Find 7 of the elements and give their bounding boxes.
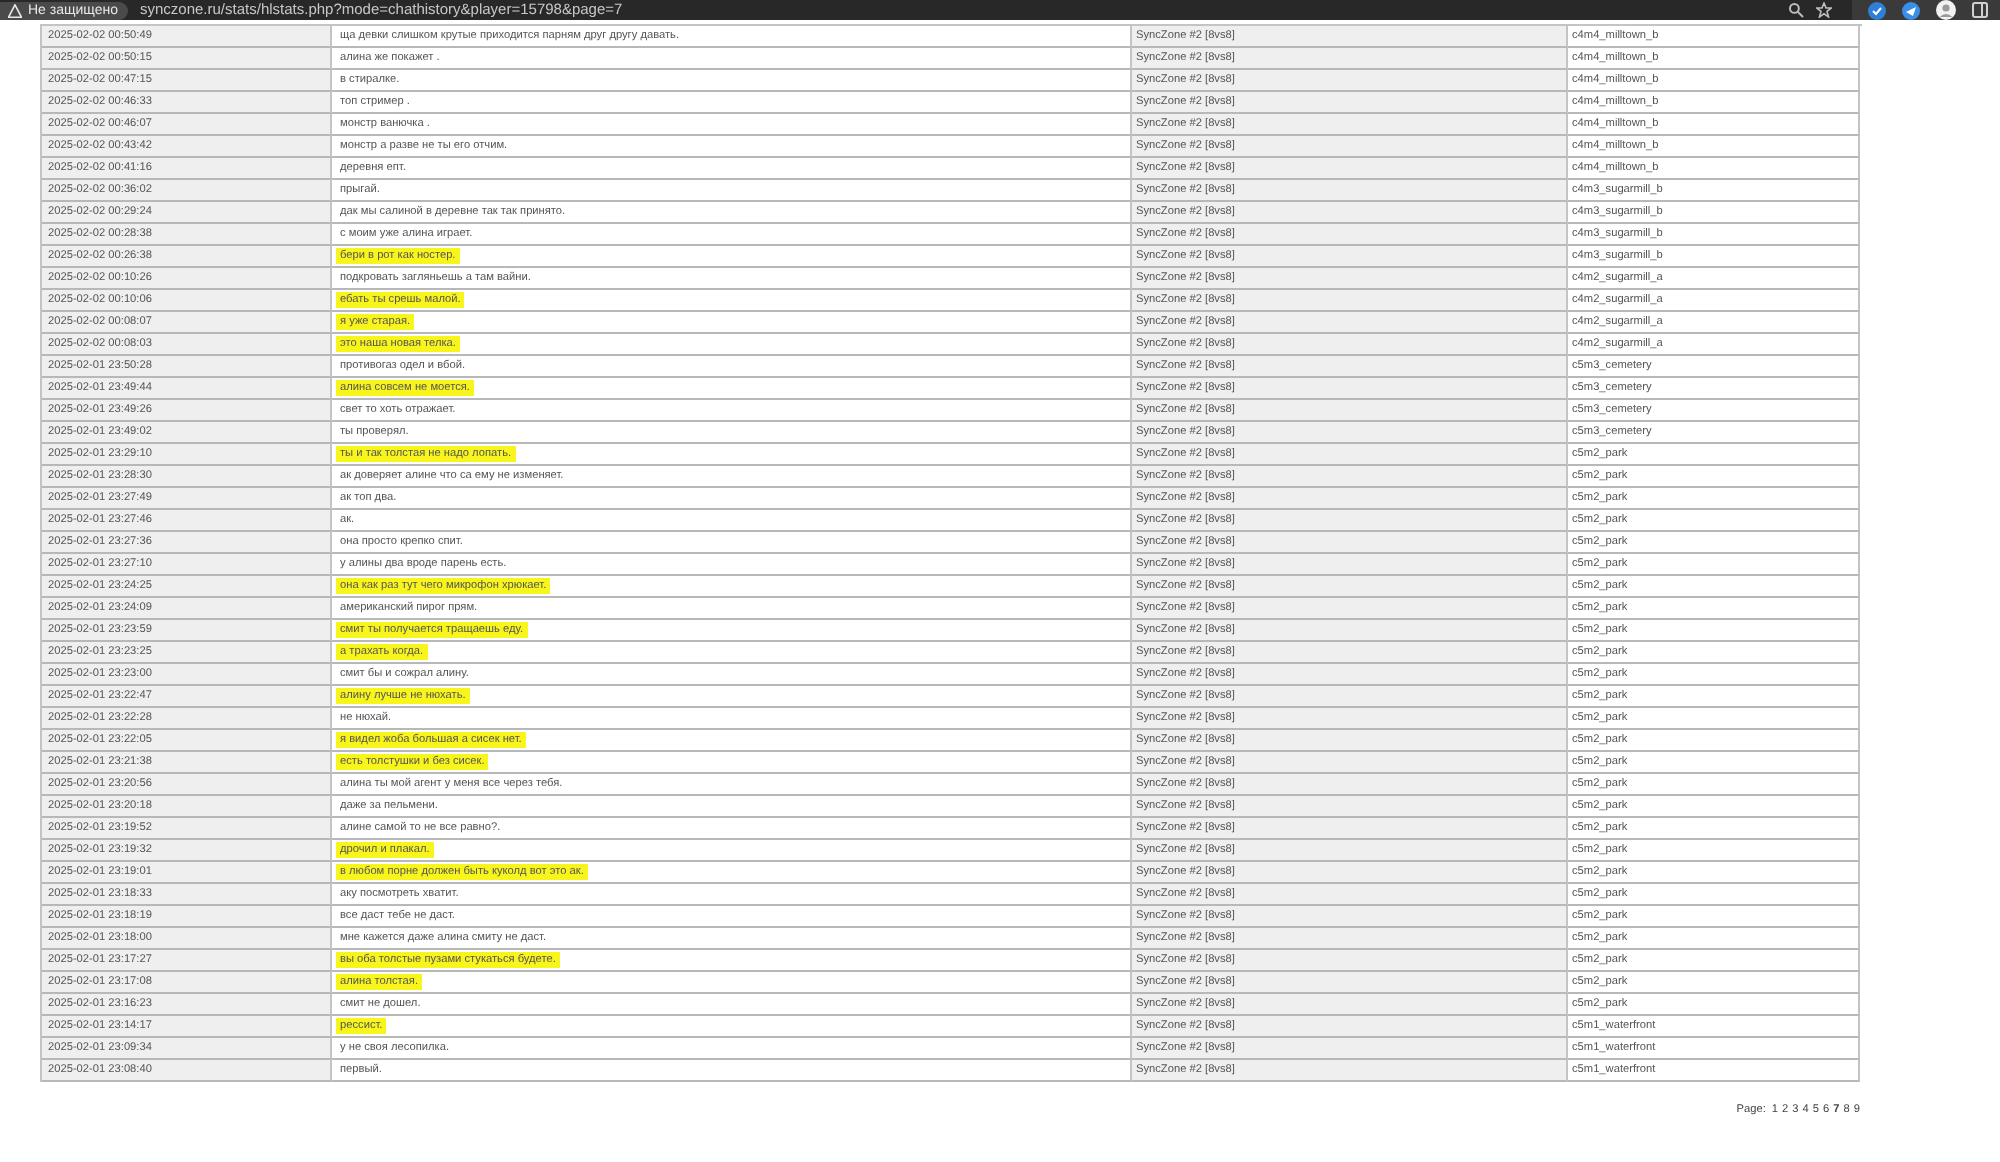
search-icon[interactable] — [1788, 2, 1804, 18]
avatar-icon[interactable] — [1936, 0, 1956, 20]
star-icon[interactable] — [1816, 2, 1832, 18]
warning-icon — [8, 3, 22, 17]
side-panel-icon[interactable] — [1972, 2, 1988, 18]
extension-icon[interactable] — [1902, 1, 1920, 19]
extension-icon[interactable] — [1868, 1, 1886, 19]
